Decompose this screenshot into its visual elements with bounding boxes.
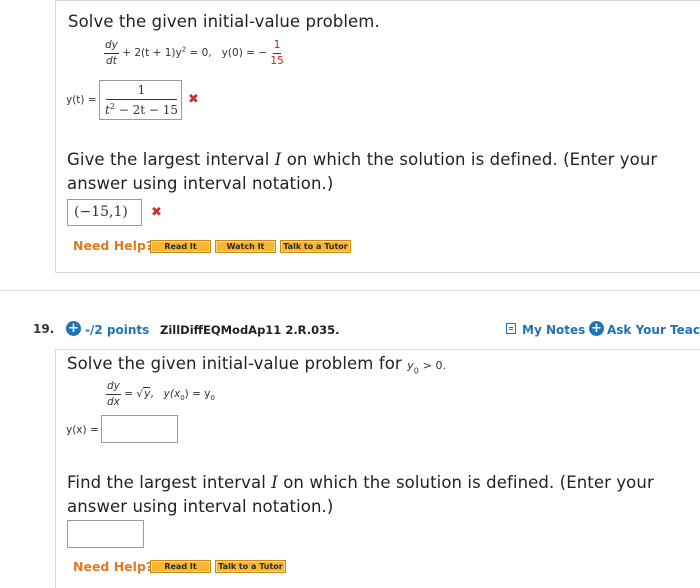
q18-interval-field[interactable]: (−15,1) [67,199,142,226]
q19-problem-code: ZillDiffEQModAp11 2.R.035. [160,323,340,337]
q18-equation: dy dt + 2(t + 1)y2 = 0, y(0) = − 1 15 [104,40,284,66]
question-separator [0,290,700,291]
q18-answer-wrong-icon: ✖ [188,92,199,107]
q19-answer-label: y(x) = [66,424,99,436]
q19-equation: dy dx = √y, y(x0) = y0 [106,380,215,408]
q19-title: Solve the given initial-value problem fo… [67,354,447,376]
plus-circle-icon[interactable]: + [66,321,81,336]
q18-ic-fraction: 1 15 [270,40,283,66]
q19-interval-field[interactable] [67,520,144,548]
ask-teacher-plus-icon[interactable]: + [589,321,604,336]
q19-number: 19. [33,322,55,336]
q18-derivative-fraction: dy dt [104,40,119,66]
q18-eq-rest: + 2(t + 1)y [122,47,182,59]
q18-answer-label: y(t) = [66,94,97,106]
q18-read-it-button[interactable]: Read It [150,240,211,253]
q18-dy: dy [104,40,119,54]
q18-talk-to-tutor-button[interactable]: Talk to a Tutor [280,240,351,253]
q18-eq-zero: = 0, [189,47,212,59]
q18-title: Solve the given initial-value problem. [68,12,380,31]
q19-interval-prompt: Find the largest interval I on which the… [67,473,654,516]
q18-interval-wrong-icon: ✖ [151,205,162,220]
q18-ic-num: 1 [272,40,282,54]
q19-sqrt: √y [136,387,151,400]
q18-answer-field[interactable]: 1 t2 − 2t − 15 [99,80,182,120]
q19-need-help: Need Help? [73,559,154,574]
ask-your-teacher-link[interactable]: Ask Your Teacher [607,323,700,337]
q18-need-help: Need Help? [73,238,154,253]
q18-ic-den: 15 [270,54,284,67]
q19-read-it-button[interactable]: Read It [150,560,211,573]
q18-watch-it-button[interactable]: Watch It [215,240,276,253]
q19-answer-field[interactable] [101,415,178,443]
notes-icon[interactable] [506,323,516,334]
q18-answer-denominator: t2 − 2t − 15 [104,102,179,117]
q19-points: -/2 points [85,323,150,337]
q18-answer-numerator: 1 [137,83,146,97]
q18-interval-prompt: Give the largest interval I on which the… [67,150,658,193]
q18-initial-condition: y(0) = − [221,47,268,59]
q19-derivative-fraction: dy dx [106,380,121,408]
q19-talk-to-tutor-button[interactable]: Talk to a Tutor [215,560,286,573]
my-notes-link[interactable]: My Notes [522,323,585,337]
q18-dt: dt [106,54,117,67]
q18-eq-sup: 2 [181,45,187,54]
